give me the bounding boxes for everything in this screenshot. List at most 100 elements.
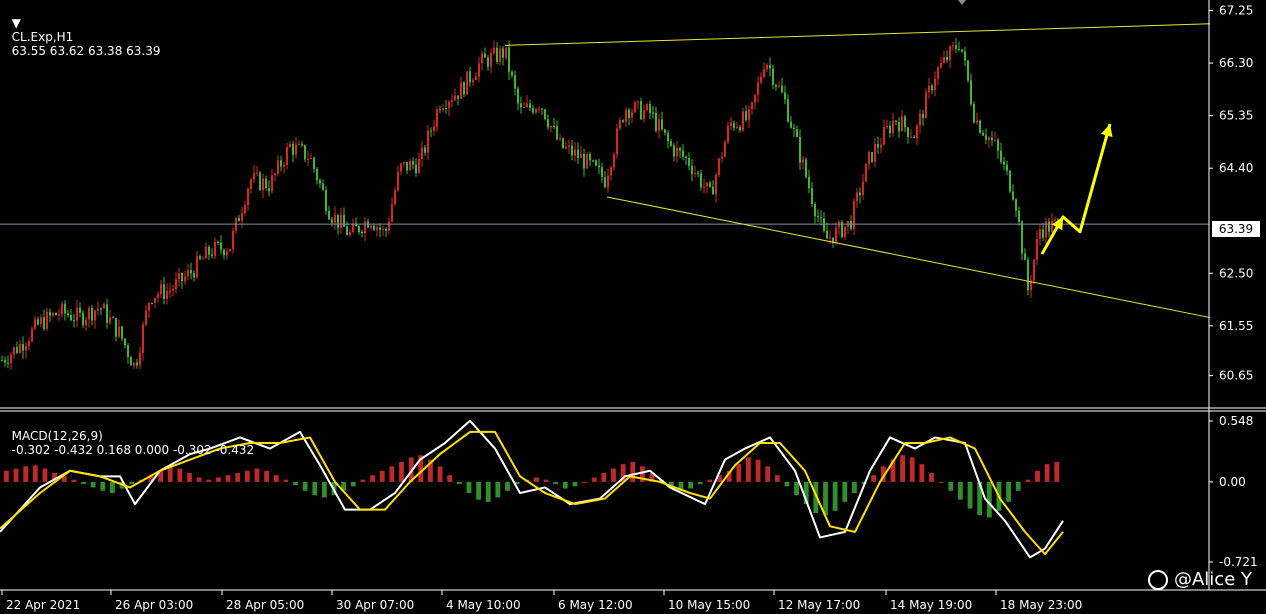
candle-body — [139, 352, 141, 366]
candle-body — [856, 192, 858, 201]
candle-body — [682, 150, 684, 157]
candle-body — [622, 120, 624, 122]
candle — [418, 152, 420, 174]
candle — [589, 151, 591, 166]
candle-body — [283, 164, 285, 167]
candle — [340, 207, 342, 234]
macd-histogram-bar — [71, 479, 77, 482]
macd-histogram-bar — [938, 481, 944, 483]
candle-body — [634, 102, 636, 112]
candle-body — [127, 345, 129, 358]
candle-body — [955, 45, 957, 49]
candle — [982, 130, 984, 136]
candle — [70, 309, 72, 322]
candle-body — [115, 318, 117, 337]
trendline — [504, 23, 1211, 46]
candle — [766, 63, 768, 73]
candle-body — [439, 109, 441, 111]
candle — [148, 302, 150, 318]
candle — [865, 163, 867, 183]
candle — [193, 270, 195, 282]
macd-histogram-bar — [572, 481, 578, 487]
candle — [559, 133, 561, 142]
candle-body — [553, 125, 555, 127]
candle — [838, 219, 840, 236]
candle — [154, 297, 156, 308]
candle — [4, 356, 6, 367]
candle — [970, 73, 972, 107]
candle-body — [616, 128, 618, 155]
candle-body — [250, 179, 252, 189]
candle — [904, 115, 906, 133]
candle-body — [925, 92, 927, 119]
candle — [757, 76, 759, 103]
candle-body — [772, 68, 774, 85]
candle — [826, 222, 828, 239]
macd-histogram-bar — [601, 473, 607, 482]
candle — [820, 210, 822, 226]
candle — [781, 77, 783, 94]
candle — [874, 137, 876, 168]
candle-body — [649, 104, 651, 113]
candle — [907, 126, 909, 144]
candle-body — [967, 60, 969, 81]
candle-body — [331, 219, 333, 223]
candle — [646, 102, 648, 112]
macd-histogram-bar — [611, 468, 616, 482]
x-tick-label: 22 Apr 2021 — [6, 598, 80, 612]
candle — [31, 326, 33, 343]
candle-body — [976, 120, 978, 123]
macd-histogram-bar — [688, 481, 693, 489]
candle-body — [220, 242, 222, 250]
candle-body — [205, 246, 207, 259]
candle-body — [151, 302, 153, 304]
candle-body — [154, 297, 156, 303]
candle-body — [598, 165, 600, 168]
candle — [805, 157, 807, 179]
candle — [925, 88, 927, 119]
candle-body — [1006, 164, 1008, 171]
candle-body — [580, 154, 582, 159]
candle — [598, 158, 600, 174]
brand-logo-icon — [1147, 569, 1168, 590]
macd-histogram-bar — [736, 464, 742, 482]
candle-body — [103, 304, 105, 309]
candle-body — [631, 111, 633, 118]
macd-histogram-bar — [254, 468, 260, 482]
candle — [985, 128, 987, 145]
candle — [748, 105, 750, 129]
candle-body — [1051, 220, 1053, 232]
candle-body — [232, 231, 234, 249]
candle-body — [805, 159, 807, 177]
candle — [523, 102, 525, 109]
candle — [151, 302, 153, 305]
chart-canvas: 67.25 66.30 65.35 64.40 62.50 61.55 60.65 0.548… — [0, 0, 1266, 612]
candle — [583, 148, 585, 177]
candle — [952, 41, 954, 51]
candle — [706, 182, 708, 194]
candle-body — [334, 214, 336, 223]
candle-body — [160, 284, 162, 295]
candle — [856, 187, 858, 208]
candle-body — [157, 294, 159, 298]
candle-body — [673, 145, 675, 157]
candle — [535, 107, 537, 114]
macd-histogram-bar — [129, 481, 135, 485]
candle-body — [142, 324, 144, 353]
candle — [688, 152, 690, 171]
candle — [37, 316, 39, 326]
candle-body — [118, 326, 120, 337]
candle-body — [280, 160, 282, 167]
candle — [457, 95, 459, 106]
dropdown-icon[interactable]: ▼ — [12, 16, 21, 30]
candle-body — [1027, 259, 1029, 291]
candle — [253, 165, 255, 183]
candle-body — [1048, 221, 1050, 232]
candle — [94, 309, 96, 329]
candle — [763, 62, 765, 79]
candle-body — [466, 71, 468, 95]
candle — [919, 109, 921, 134]
x-tick-label: 6 May 12:00 — [558, 598, 633, 612]
candle-body — [640, 101, 642, 120]
candle-body — [829, 237, 831, 239]
